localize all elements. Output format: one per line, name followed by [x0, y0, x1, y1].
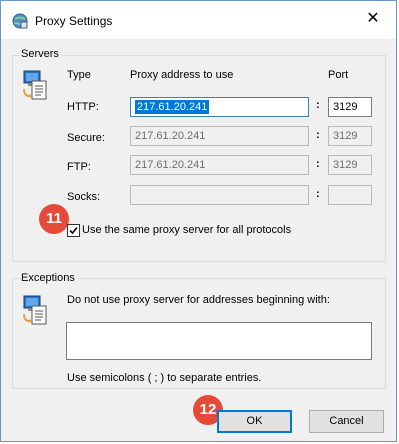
- exceptions-group-label: Exceptions: [19, 272, 77, 284]
- same-proxy-label[interactable]: Use the same proxy server for all protoc…: [82, 224, 291, 236]
- socks-label: Socks:: [67, 191, 101, 203]
- exceptions-description: Do not use proxy server for addresses be…: [67, 294, 330, 306]
- window-title: Proxy Settings: [35, 14, 113, 28]
- secure-label: Secure:: [67, 132, 105, 144]
- cancel-button[interactable]: Cancel: [309, 410, 384, 433]
- ftp-colon: :: [316, 158, 320, 170]
- ftp-port-field[interactable]: 3129: [328, 155, 372, 175]
- proxy-settings-window: Proxy Settings ✕ Servers Type Proxy addr…: [0, 0, 397, 442]
- http-colon: :: [316, 99, 320, 111]
- socks-colon: :: [316, 188, 320, 200]
- address-column-header: Proxy address to use: [130, 69, 234, 81]
- same-proxy-checkbox[interactable]: [67, 224, 80, 237]
- http-label: HTTP:: [67, 101, 99, 113]
- secure-address-field[interactable]: 217.61.20.241: [130, 126, 309, 146]
- secure-colon: :: [316, 129, 320, 141]
- step-badge-11: 11: [39, 204, 69, 234]
- exceptions-hint: Use semicolons ( ; ) to separate entries…: [67, 372, 262, 384]
- ok-button[interactable]: OK: [217, 410, 292, 433]
- socks-address-field[interactable]: [130, 185, 309, 205]
- close-icon[interactable]: ✕: [364, 10, 382, 28]
- type-column-header: Type: [67, 69, 91, 81]
- ftp-label: FTP:: [67, 161, 91, 173]
- http-port-field[interactable]: 3129: [328, 97, 372, 117]
- dialog-body: Servers Type Proxy address to use Port H…: [1, 39, 396, 441]
- secure-port-field[interactable]: 3129: [328, 126, 372, 146]
- network-document-icon: [23, 295, 47, 325]
- proxy-settings-icon: [12, 13, 28, 29]
- exceptions-textarea[interactable]: [66, 322, 372, 360]
- title-bar: Proxy Settings ✕: [1, 1, 396, 39]
- network-computer-icon: [23, 70, 47, 100]
- checkmark-icon: [69, 226, 78, 235]
- ftp-address-field[interactable]: 217.61.20.241: [130, 155, 309, 175]
- servers-group-label: Servers: [19, 48, 61, 60]
- port-column-header: Port: [328, 69, 349, 81]
- socks-port-field[interactable]: [328, 185, 372, 205]
- http-address-field[interactable]: 217.61.20.241: [130, 97, 309, 117]
